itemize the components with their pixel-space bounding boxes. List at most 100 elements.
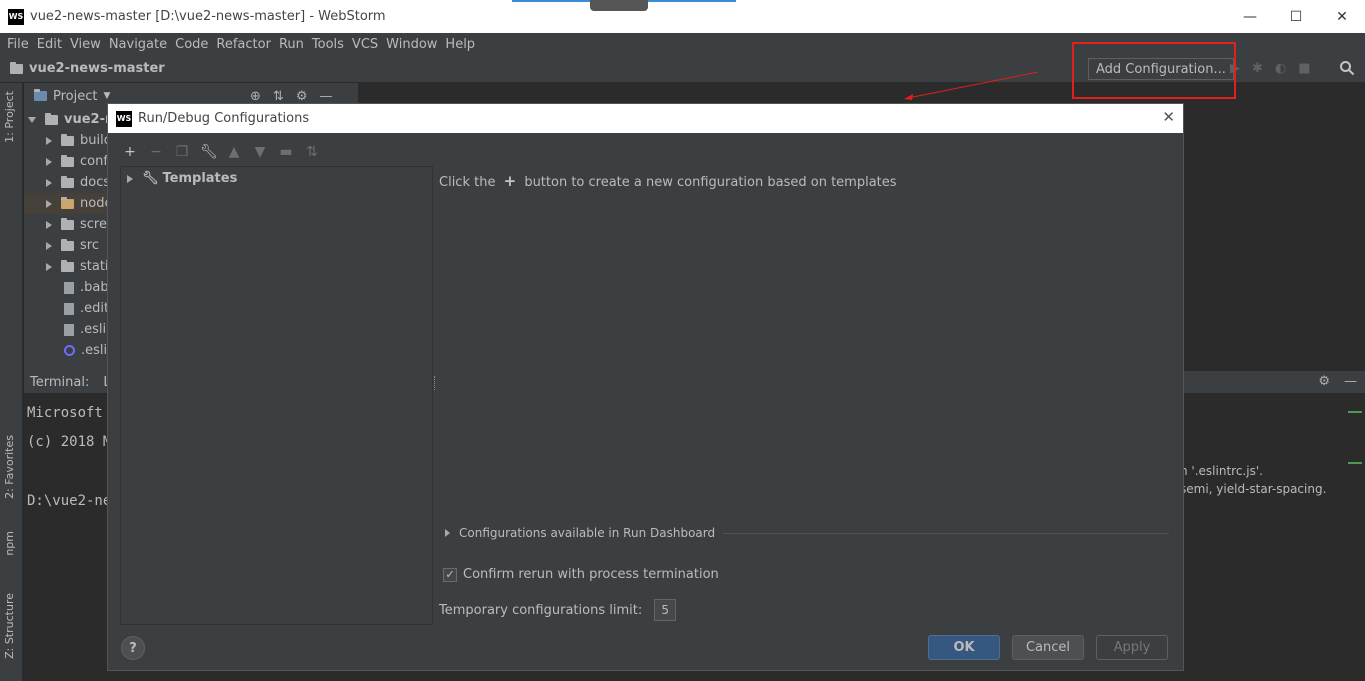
- menu-run[interactable]: Run: [279, 37, 304, 52]
- expand-arrow-icon[interactable]: [46, 157, 52, 166]
- hint-text-end: button to create a new configuration bas…: [524, 175, 897, 190]
- minimize-button[interactable]: —: [1227, 0, 1273, 33]
- folder-icon: [61, 259, 74, 272]
- annotation-highlight-box: [1072, 42, 1236, 99]
- status-marker: [1348, 411, 1362, 413]
- project-tab-label: 1: Project: [3, 91, 16, 143]
- menu-tools[interactable]: Tools: [312, 37, 344, 52]
- stop-icon[interactable]: ■: [1298, 61, 1310, 76]
- expand-arrow-icon[interactable]: [46, 220, 52, 229]
- temp-limit-input[interactable]: 5: [654, 599, 677, 621]
- dialog-title: Run/Debug Configurations: [138, 111, 310, 126]
- close-window-button[interactable]: ✕: [1319, 0, 1365, 33]
- project-view-icon: [34, 89, 47, 101]
- expand-arrow-icon[interactable]: [445, 529, 450, 537]
- confirm-rerun-checkbox[interactable]: ✓: [443, 567, 457, 582]
- apply-button[interactable]: Apply: [1096, 635, 1168, 660]
- tree-item-templates[interactable]: 🔧︎ Templates: [127, 171, 237, 186]
- webstorm-logo-icon: WS: [8, 8, 24, 25]
- eslint-file-icon: [64, 345, 75, 356]
- text-file-icon: [64, 323, 74, 336]
- confirm-rerun-option[interactable]: ✓ Confirm rerun with process termination: [443, 567, 719, 582]
- editorconfig-file-icon: [64, 302, 74, 315]
- menu-code[interactable]: Code: [175, 37, 208, 52]
- configuration-tree: 🔧︎ Templates: [120, 166, 433, 625]
- locate-icon[interactable]: ⊕: [250, 89, 261, 104]
- tab-project[interactable]: 1: Project: [3, 91, 16, 143]
- chevron-down-icon[interactable]: ▼: [103, 91, 110, 101]
- arrow-up-icon[interactable]: ▲: [226, 144, 242, 160]
- run-dashboard-label: Configurations available in Run Dashboar…: [459, 526, 716, 540]
- terminal-line: D:\vue2-ne: [27, 493, 112, 509]
- menu-navigate[interactable]: Navigate: [109, 37, 167, 52]
- expand-arrow-icon[interactable]: [127, 174, 133, 183]
- expand-arrow-icon[interactable]: [46, 178, 52, 187]
- splitter-handle[interactable]: [434, 376, 437, 390]
- copy-icon[interactable]: ❐: [174, 144, 190, 160]
- wrench-icon[interactable]: 🔧︎: [200, 144, 218, 160]
- left-tool-strip: 1: Project 2: Favorites npm Z: Structure: [0, 83, 23, 681]
- menu-refactor[interactable]: Refactor: [216, 37, 271, 52]
- window-titlebar: WS vue2-news-master [D:\vue2-news-master…: [0, 0, 1365, 33]
- folder-icon: [61, 196, 74, 209]
- breadcrumb[interactable]: vue2-news-master: [10, 61, 165, 76]
- tree-item-label: src: [80, 238, 99, 253]
- gear-icon[interactable]: ⚙: [1318, 374, 1330, 389]
- tab-favorites[interactable]: 2: Favorites: [3, 435, 16, 499]
- tab-structure[interactable]: Z: Structure: [3, 593, 16, 659]
- dialog-toolbar: + − ❐ 🔧︎ ▲ ▼ ▬ ⇅: [122, 144, 320, 160]
- menu-file[interactable]: File: [7, 37, 29, 52]
- maximize-button[interactable]: ☐: [1273, 0, 1319, 33]
- expand-arrow-icon[interactable]: [46, 136, 52, 145]
- tab-npm[interactable]: npm: [3, 531, 16, 556]
- npm-tab-label: npm: [3, 531, 16, 556]
- structure-tab-label: Z: Structure: [3, 593, 16, 659]
- folder-icon: [10, 61, 23, 74]
- babel-file-icon: [64, 281, 74, 294]
- sort-icon[interactable]: ⇅: [304, 144, 320, 160]
- window-title: vue2-news-master [D:\vue2-news-master] -…: [30, 9, 386, 24]
- help-button[interactable]: ?: [121, 636, 145, 660]
- folder-icon: [61, 238, 74, 251]
- menu-window[interactable]: Window: [386, 37, 437, 52]
- wrench-icon: 🔧︎: [142, 171, 159, 186]
- hide-icon[interactable]: —: [319, 89, 332, 104]
- close-icon[interactable]: ✕: [1162, 108, 1175, 126]
- temp-limit-label: Temporary configurations limit:: [439, 602, 643, 618]
- debug-icon[interactable]: ✱: [1252, 61, 1263, 76]
- expand-arrow-icon[interactable]: [46, 199, 52, 208]
- expand-arrow-icon[interactable]: [46, 241, 52, 250]
- status-marker: [1348, 462, 1362, 464]
- expand-arrow-icon[interactable]: [28, 116, 36, 123]
- terminal-line: Microsoft: [27, 405, 103, 421]
- hide-icon[interactable]: —: [1344, 374, 1357, 389]
- menu-vcs[interactable]: VCS: [352, 37, 378, 52]
- folder-icon[interactable]: ▬: [278, 144, 294, 160]
- expand-arrow-icon[interactable]: [46, 262, 52, 271]
- plus-icon[interactable]: +: [122, 144, 138, 160]
- folder-icon: [61, 175, 74, 188]
- ok-button[interactable]: OK: [928, 635, 1000, 660]
- project-name: vue2-news-master: [29, 61, 165, 76]
- menu-help[interactable]: Help: [445, 37, 475, 52]
- top-grip-handle[interactable]: [590, 0, 648, 11]
- run-debug-configurations-dialog: WS Run/Debug Configurations ✕ + − ❐ 🔧︎ ▲…: [107, 103, 1184, 671]
- cancel-button[interactable]: Cancel: [1012, 635, 1084, 660]
- menu-view[interactable]: View: [70, 37, 101, 52]
- empty-state-hint: Click the + button to create a new confi…: [439, 172, 897, 190]
- coverage-icon[interactable]: ◐: [1275, 61, 1286, 76]
- menu-edit[interactable]: Edit: [37, 37, 62, 52]
- divider: [723, 532, 1169, 534]
- run-dashboard-section[interactable]: Configurations available in Run Dashboar…: [445, 526, 1169, 540]
- gear-icon[interactable]: ⚙: [296, 89, 308, 104]
- search-everywhere-icon[interactable]: [1339, 60, 1357, 78]
- folder-icon: [45, 112, 58, 125]
- folder-icon: [61, 133, 74, 146]
- terminal-line: (c) 2018 M: [27, 434, 112, 450]
- minus-icon[interactable]: −: [148, 144, 164, 160]
- dialog-titlebar[interactable]: WS Run/Debug Configurations ✕: [108, 104, 1183, 133]
- arrow-down-icon[interactable]: ▼: [252, 144, 268, 160]
- lint-message: n '.eslintrc.js'.: [1180, 464, 1263, 478]
- templates-label: Templates: [162, 171, 238, 186]
- collapse-icon[interactable]: ⇅: [273, 89, 284, 104]
